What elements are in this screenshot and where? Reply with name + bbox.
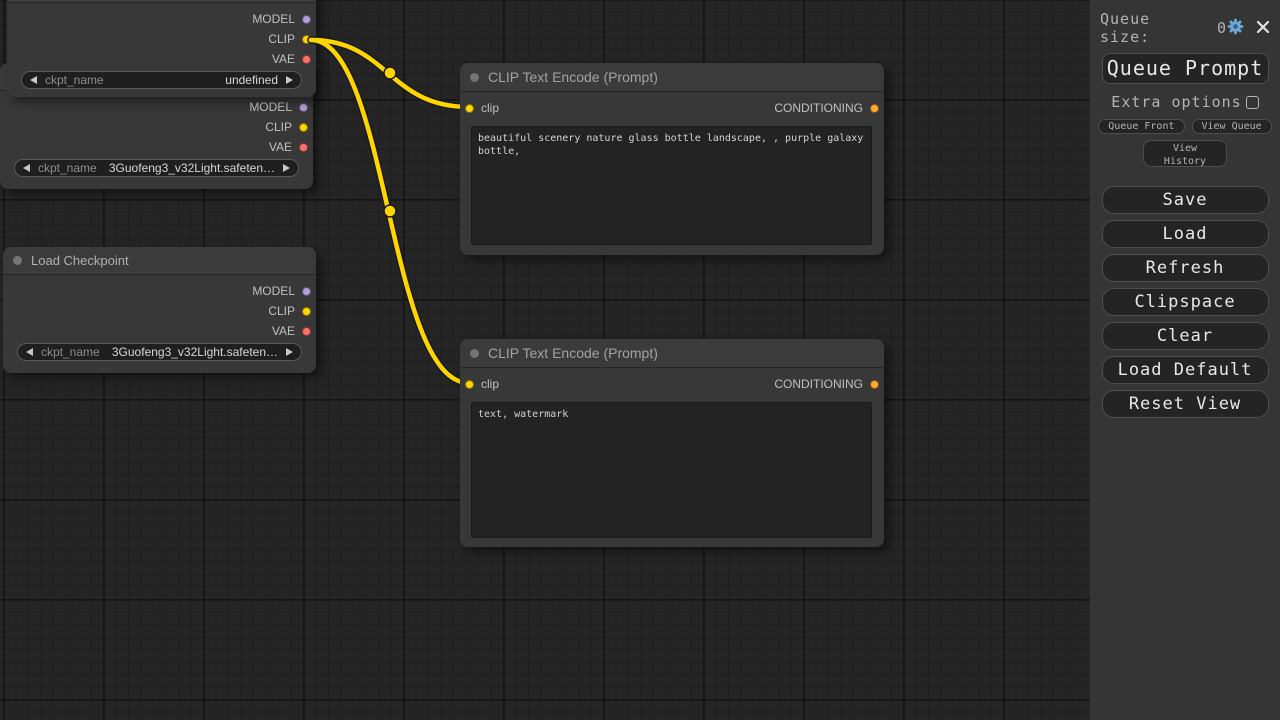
clip-input-icon[interactable] — [465, 380, 474, 389]
clip-slot-icon[interactable] — [299, 123, 308, 132]
widget-label: ckpt_name — [41, 345, 100, 359]
output-slot-conditioning: CONDITIONING — [774, 101, 863, 115]
output-slot-model: MODEL — [252, 12, 295, 26]
output-slot-vae: VAE — [272, 52, 295, 66]
output-slot-clip: CLIP — [268, 304, 295, 318]
clip-link-outline — [311, 40, 469, 383]
extra-options-row: Extra options — [1090, 93, 1280, 111]
queue-size-row: Queue size: 0 — [1090, 0, 1280, 46]
prev-value-icon[interactable] — [30, 76, 37, 84]
collapse-dot-icon[interactable] — [470, 349, 479, 358]
load-default-button[interactable]: Load Default — [1102, 356, 1269, 384]
widget-value: undefined — [225, 73, 278, 87]
node-load-checkpoint[interactable]: Load Checkpoint MODEL CLIP VAE ckpt_name… — [3, 247, 316, 373]
model-slot-icon[interactable] — [302, 15, 311, 24]
node-checkpoint-1[interactable]: MODEL CLIP VAE ckpt_name undefined — [7, 0, 316, 97]
view-history-line2: History — [1164, 156, 1206, 167]
extra-options-checkbox[interactable] — [1246, 96, 1259, 109]
clip-link-positive[interactable] — [311, 40, 469, 107]
output-slot-clip: CLIP — [268, 32, 295, 46]
conditioning-slot-icon[interactable] — [870, 104, 879, 113]
node-clip-text-encode-positive[interactable]: CLIP Text Encode (Prompt) clip CONDITION… — [460, 63, 884, 255]
node-title: CLIP Text Encode (Prompt) — [488, 69, 658, 85]
load-button[interactable]: Load — [1102, 220, 1269, 248]
ckpt-name-widget[interactable]: ckpt_name 3Guofeng3_v32Light.safeten… — [14, 159, 299, 177]
model-slot-icon[interactable] — [302, 287, 311, 296]
queue-size-label: Queue size: — [1100, 10, 1208, 46]
reset-view-button[interactable]: Reset View — [1102, 390, 1269, 418]
node-graph-canvas[interactable]: MODEL CLIP VAE ckpt_name 3Guofeng3_v32Li… — [0, 0, 1090, 720]
vae-slot-icon[interactable] — [302, 327, 311, 336]
input-slot-clip: clip — [481, 101, 499, 115]
collapse-dot-icon[interactable] — [13, 256, 22, 265]
clip-link-negative[interactable] — [311, 40, 469, 383]
link-midpoint-dot[interactable] — [384, 67, 396, 79]
settings-gear-icon[interactable] — [1227, 18, 1244, 39]
clipspace-button[interactable]: Clipspace — [1102, 288, 1269, 316]
node-clip-text-encode-negative[interactable]: CLIP Text Encode (Prompt) clip CONDITION… — [460, 339, 884, 547]
output-slot-vae: VAE — [269, 140, 292, 154]
clip-input-icon[interactable] — [465, 104, 474, 113]
output-slot-conditioning: CONDITIONING — [774, 377, 863, 391]
widget-label: ckpt_name — [45, 73, 104, 87]
widget-value: 3Guofeng3_v32Light.safeten… — [109, 161, 275, 175]
output-slot-clip: CLIP — [265, 120, 292, 134]
negative-prompt-textarea[interactable]: text, watermark — [471, 402, 872, 538]
model-slot-icon[interactable] — [299, 103, 308, 112]
prev-value-icon[interactable] — [26, 348, 33, 356]
ckpt-name-widget[interactable]: ckpt_name 3Guofeng3_v32Light.safeten… — [17, 343, 302, 361]
vae-slot-icon[interactable] — [302, 55, 311, 64]
refresh-button[interactable]: Refresh — [1102, 254, 1269, 282]
vae-slot-icon[interactable] — [299, 143, 308, 152]
node-title: Load Checkpoint — [31, 253, 129, 268]
node-title-bar[interactable]: Load Checkpoint — [3, 247, 316, 275]
widget-value: 3Guofeng3_v32Light.safeten… — [112, 345, 278, 359]
queue-front-button[interactable]: Queue Front — [1098, 119, 1184, 134]
comfy-menu: Queue size: 0 Queue Prompt Extra options — [1090, 0, 1280, 720]
view-history-line1: View — [1173, 143, 1197, 154]
prev-value-icon[interactable] — [23, 164, 30, 172]
close-menu-icon[interactable] — [1256, 19, 1270, 38]
next-value-icon[interactable] — [283, 164, 290, 172]
clip-slot-icon[interactable] — [302, 307, 311, 316]
save-button[interactable]: Save — [1102, 186, 1269, 214]
extra-options-label: Extra options — [1111, 93, 1241, 111]
view-queue-button[interactable]: View Queue — [1192, 119, 1272, 134]
positive-prompt-textarea[interactable]: beautiful scenery nature glass bottle la… — [471, 126, 872, 245]
next-value-icon[interactable] — [286, 76, 293, 84]
next-value-icon[interactable] — [286, 348, 293, 356]
queue-size-value: 0 — [1217, 19, 1227, 37]
node-title-bar[interactable]: CLIP Text Encode (Prompt) — [460, 339, 884, 368]
node-title-bar[interactable]: CLIP Text Encode (Prompt) — [460, 63, 884, 92]
widget-label: ckpt_name — [38, 161, 97, 175]
output-slot-vae: VAE — [272, 324, 295, 338]
conditioning-slot-icon[interactable] — [870, 380, 879, 389]
clip-link-outline — [311, 40, 469, 107]
output-slot-model: MODEL — [249, 100, 292, 114]
clear-button[interactable]: Clear — [1102, 322, 1269, 350]
ckpt-name-widget[interactable]: ckpt_name undefined — [21, 71, 302, 89]
node-title: CLIP Text Encode (Prompt) — [488, 345, 658, 361]
collapse-dot-icon[interactable] — [470, 73, 479, 82]
queue-prompt-button[interactable]: Queue Prompt — [1102, 53, 1269, 84]
view-history-button[interactable]: View History — [1143, 140, 1227, 167]
input-slot-clip: clip — [481, 377, 499, 391]
link-midpoint-dot[interactable] — [384, 205, 396, 217]
output-slot-model: MODEL — [252, 284, 295, 298]
clip-slot-icon[interactable] — [302, 35, 311, 44]
